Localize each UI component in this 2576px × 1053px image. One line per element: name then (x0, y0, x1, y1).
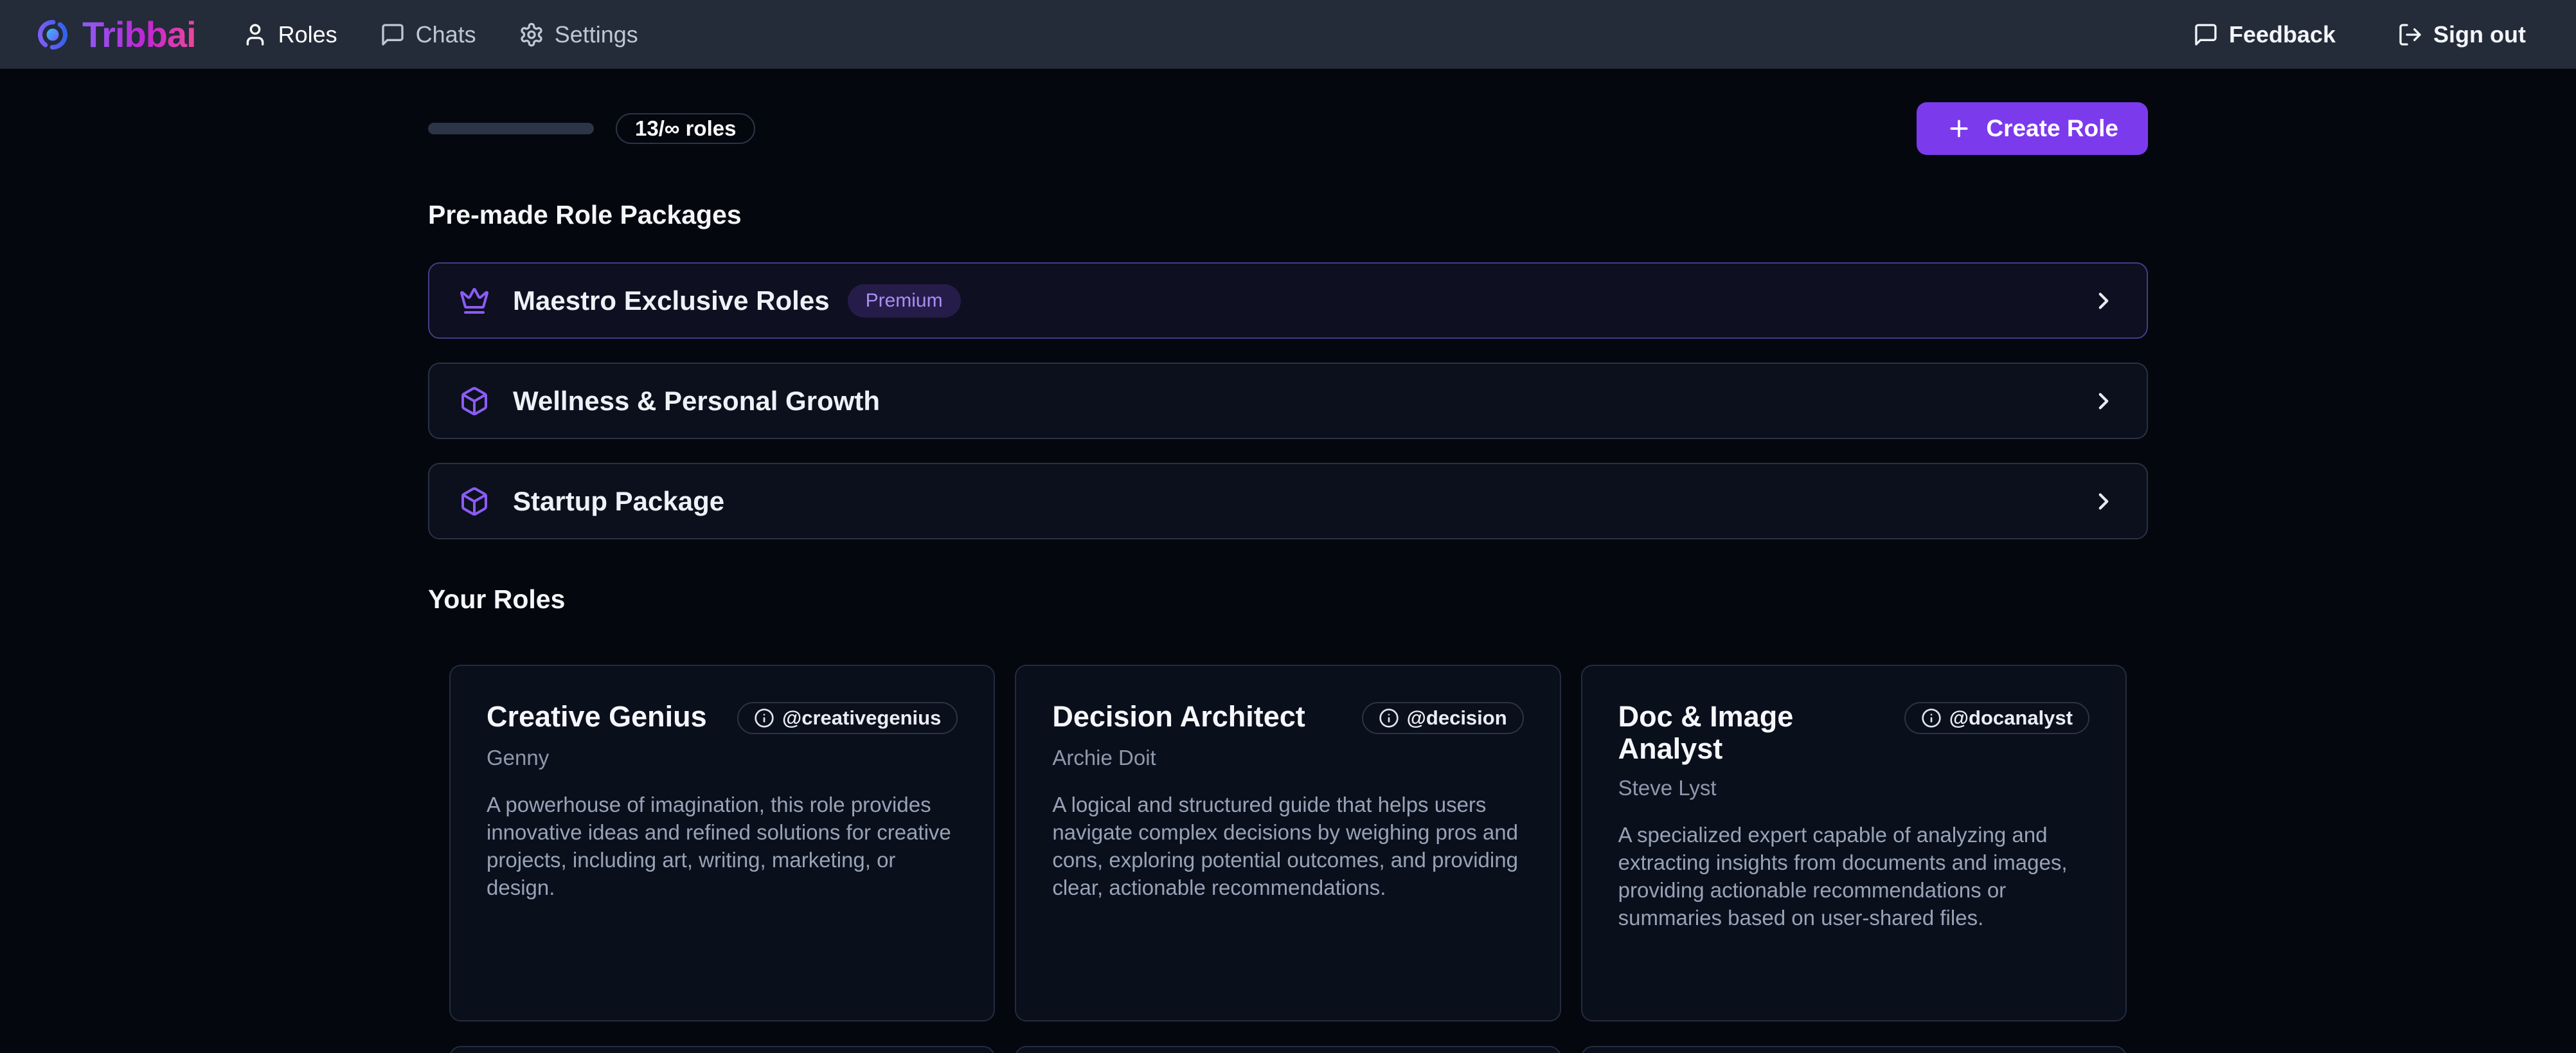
nav-label: Roles (278, 21, 337, 48)
role-subtitle: Archie Doit (1052, 746, 1523, 770)
package-title: Maestro Exclusive Roles (513, 285, 830, 316)
info-icon (1379, 708, 1399, 728)
role-card-header: Creative Genius @creativegenius (487, 701, 958, 734)
feedback-button[interactable]: Feedback (2193, 21, 2336, 48)
roles-count-badge: 13/∞ roles (616, 113, 755, 144)
logout-icon (2397, 22, 2423, 48)
feedback-label: Feedback (2229, 21, 2336, 48)
role-description: A specialized expert capable of analyzin… (1618, 821, 2089, 932)
package-list: Maestro Exclusive Roles Premium Wellness… (428, 262, 2148, 539)
main-content: 13/∞ roles Create Role Pre-made Role Pac… (428, 102, 2148, 1053)
role-title: Doc & Image Analyst (1618, 701, 1904, 764)
create-role-label: Create Role (1986, 115, 2118, 142)
role-handle: @decision (1407, 706, 1507, 730)
navbar-right: Feedback Sign out (2193, 21, 2526, 48)
chat-bubble-icon (2193, 22, 2219, 48)
role-card-creative-genius[interactable]: Creative Genius @creativegenius Genny A … (449, 665, 995, 1022)
role-card-partial[interactable] (449, 1046, 995, 1053)
roles-grid-next-row (428, 1046, 2148, 1053)
package-title: Startup Package (513, 486, 724, 517)
sign-out-label: Sign out (2433, 21, 2526, 48)
nav-item-chats[interactable]: Chats (380, 21, 476, 48)
role-card-decision-architect[interactable]: Decision Architect @decision Archie Doit… (1015, 665, 1561, 1022)
package-title: Wellness & Personal Growth (513, 386, 880, 417)
role-handle: @creativegenius (782, 706, 941, 730)
role-subtitle: Genny (487, 746, 958, 770)
your-roles-heading: Your Roles (428, 584, 2148, 615)
brand-logo[interactable]: Tribbai (36, 14, 196, 55)
role-description: A logical and structured guide that help… (1052, 791, 1523, 901)
gear-icon (519, 22, 544, 48)
package-row-wellness[interactable]: Wellness & Personal Growth (428, 363, 2148, 439)
role-handle-badge[interactable]: @decision (1362, 702, 1524, 734)
nav-label: Chats (416, 21, 476, 48)
primary-nav: Roles Chats Settings (242, 21, 638, 48)
nav-item-settings[interactable]: Settings (519, 21, 638, 48)
chevron-right-icon (2090, 287, 2117, 314)
role-card-partial[interactable] (1581, 1046, 2127, 1053)
role-handle-badge[interactable]: @creativegenius (737, 702, 958, 734)
roles-grid: Creative Genius @creativegenius Genny A … (428, 665, 2148, 1022)
plus-icon (1946, 116, 1972, 141)
package-icon (459, 486, 490, 517)
premade-packages-heading: Pre-made Role Packages (428, 200, 2148, 230)
info-icon (754, 708, 774, 728)
roles-progress-bar (428, 123, 594, 134)
sign-out-button[interactable]: Sign out (2397, 21, 2526, 48)
role-card-header: Doc & Image Analyst @docanalyst (1618, 701, 2089, 764)
premium-badge: Premium (848, 284, 961, 318)
role-subtitle: Steve Lyst (1618, 776, 2089, 800)
package-icon (459, 386, 490, 417)
crown-icon (459, 285, 490, 316)
role-title: Decision Architect (1052, 701, 1305, 733)
info-icon (1921, 708, 1942, 728)
role-handle-badge[interactable]: @docanalyst (1904, 702, 2089, 734)
role-card-doc-image-analyst[interactable]: Doc & Image Analyst @docanalyst Steve Ly… (1581, 665, 2127, 1022)
user-icon (242, 22, 268, 48)
chevron-right-icon (2090, 388, 2117, 415)
nav-label: Settings (555, 21, 638, 48)
chat-bubble-icon (380, 22, 406, 48)
top-navbar: Tribbai Roles Chats Settings (0, 0, 2576, 69)
package-row-maestro[interactable]: Maestro Exclusive Roles Premium (428, 262, 2148, 339)
create-role-button[interactable]: Create Role (1917, 102, 2148, 155)
role-description: A powerhouse of imagination, this role p… (487, 791, 958, 901)
brand-name: Tribbai (82, 14, 196, 55)
nav-item-roles[interactable]: Roles (242, 21, 337, 48)
role-card-header: Decision Architect @decision (1052, 701, 1523, 734)
roles-toolbar: 13/∞ roles Create Role (428, 102, 2148, 155)
chevron-right-icon (2090, 488, 2117, 515)
role-title: Creative Genius (487, 701, 707, 733)
tribbai-logo-icon (36, 18, 69, 51)
role-card-partial[interactable] (1015, 1046, 1561, 1053)
package-row-startup[interactable]: Startup Package (428, 463, 2148, 539)
role-handle: @docanalyst (1949, 706, 2073, 730)
